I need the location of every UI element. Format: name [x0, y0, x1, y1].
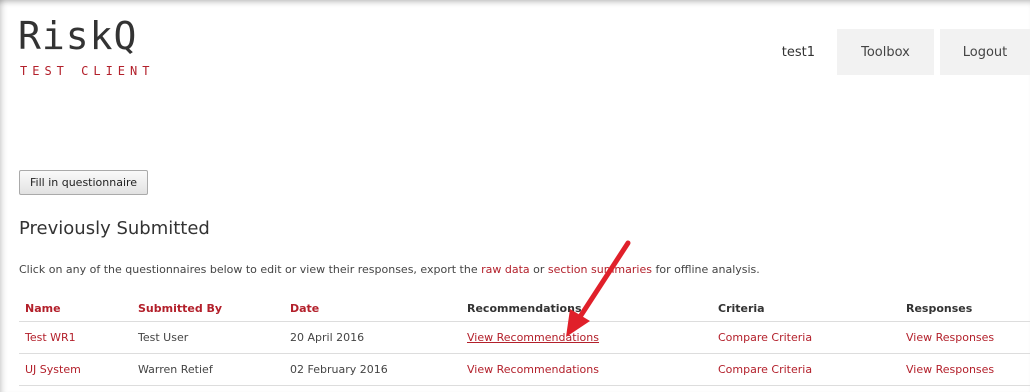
compare-criteria-link[interactable]: Compare Criteria — [718, 363, 812, 376]
fill-questionnaire-button[interactable]: Fill in questionnaire — [19, 170, 149, 195]
intro-text: Click on any of the questionnaires below… — [19, 263, 760, 276]
logout-button[interactable]: Logout — [940, 29, 1030, 75]
intro-text-part: Click on any of the questionnaires below… — [19, 263, 482, 276]
column-header-date[interactable]: Date — [284, 295, 461, 322]
column-header-criteria: Criteria — [712, 295, 900, 322]
row-date: 02 February 2016 — [284, 353, 461, 386]
row-name-link[interactable]: Test WR1 — [19, 321, 132, 354]
header-nav: test1 Toolbox Logout — [782, 29, 1030, 75]
client-name: TEST CLIENT — [20, 64, 155, 78]
view-responses-link[interactable]: View Responses — [906, 331, 994, 344]
raw-data-link[interactable]: raw data — [481, 263, 530, 276]
section-title: Previously Submitted — [19, 218, 210, 239]
submissions-table: Name Submitted By Date Recommendations C… — [19, 295, 1030, 386]
toolbox-button[interactable]: Toolbox — [837, 29, 934, 75]
view-recommendations-link[interactable]: View Recommendations — [467, 363, 599, 376]
logo-title: RiskQ — [18, 14, 138, 58]
compare-criteria-link[interactable]: Compare Criteria — [718, 331, 812, 344]
intro-text-part: for offline analysis. — [651, 263, 760, 276]
view-recommendations-link[interactable]: View Recommendations — [467, 331, 599, 344]
column-header-responses: Responses — [900, 295, 1030, 322]
view-responses-link[interactable]: View Responses — [906, 363, 994, 376]
table-row: Test WR1 Test User 20 April 2016 View Re… — [19, 321, 1030, 354]
column-header-name[interactable]: Name — [19, 295, 132, 322]
row-submitted-by: Test User — [132, 321, 284, 354]
intro-text-part: or — [529, 263, 548, 276]
row-name-link[interactable]: UJ System — [19, 353, 132, 386]
table-header-row: Name Submitted By Date Recommendations C… — [19, 295, 1030, 322]
section-summaries-link[interactable]: section summaries — [548, 263, 652, 276]
column-header-recommendations: Recommendations — [461, 295, 712, 322]
table-row: UJ System Warren Retief 02 February 2016… — [19, 353, 1030, 386]
column-header-submitted-by[interactable]: Submitted By — [132, 295, 284, 322]
logo[interactable]: RiskQ TEST CLIENT — [18, 14, 154, 78]
username: test1 — [781, 44, 815, 60]
row-submitted-by: Warren Retief — [132, 353, 284, 386]
row-date: 20 April 2016 — [284, 321, 461, 354]
